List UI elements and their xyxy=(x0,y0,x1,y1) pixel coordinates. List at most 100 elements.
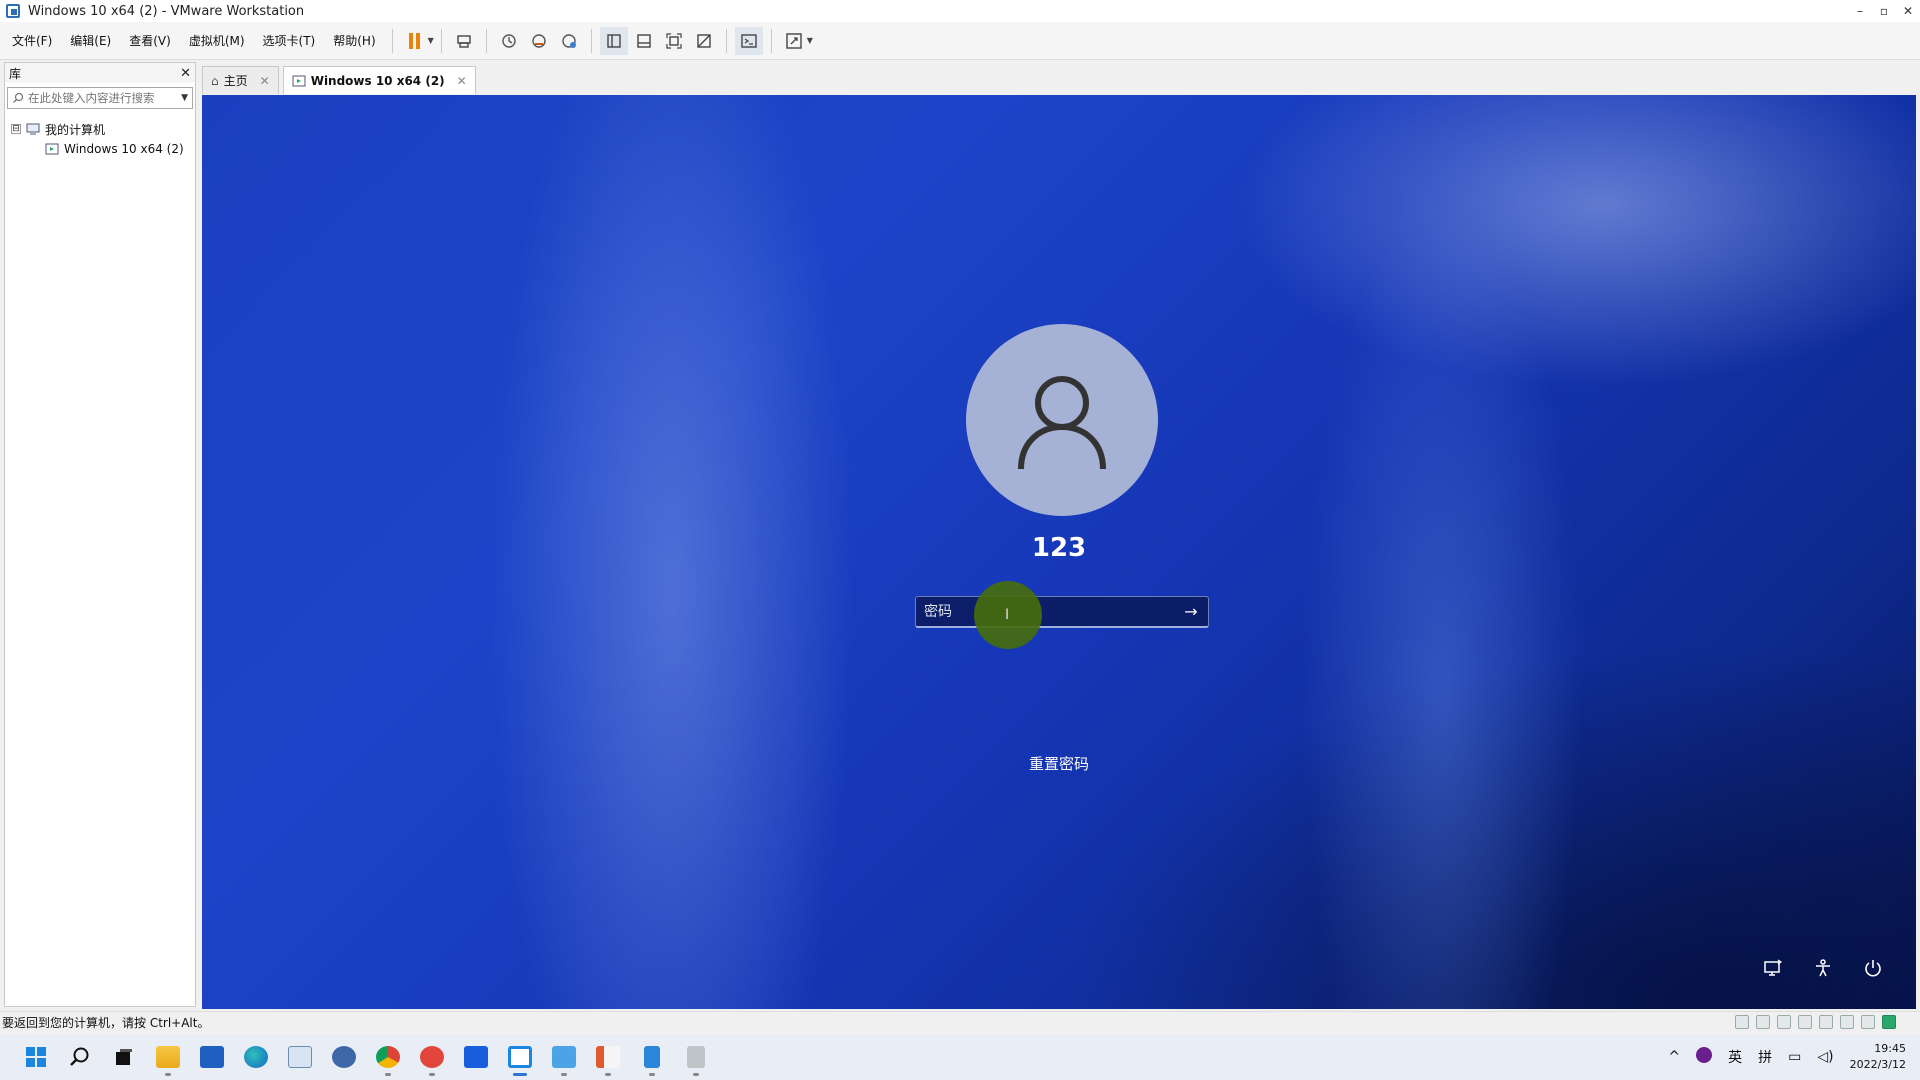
vm-icon xyxy=(45,143,59,155)
network-app-icon xyxy=(332,1046,356,1068)
stretch-dropdown-icon[interactable]: ▼ xyxy=(807,36,813,45)
printer-icon[interactable] xyxy=(1798,1015,1812,1029)
tab-strip: ⌂ 主页 ✕ Windows 10 x64 (2) ✕ xyxy=(202,66,480,94)
search-icon xyxy=(70,1047,89,1066)
search-button[interactable] xyxy=(58,1035,102,1079)
collapse-icon[interactable]: ⊟ xyxy=(11,124,21,134)
usb-icon[interactable] xyxy=(1840,1015,1854,1029)
windows-taskbar: ^ 英 拼 ▭ ◁) 19:45 2022/3/12 xyxy=(0,1034,1920,1080)
accessibility-button[interactable] xyxy=(1812,957,1834,979)
revert-snapshot-button[interactable] xyxy=(525,27,553,55)
restore-button[interactable]: ▫ xyxy=(1872,0,1896,22)
vm-console[interactable]: 123 → I 重置密码 xyxy=(202,95,1916,1009)
user-name: 123 xyxy=(1031,533,1087,563)
edge-button[interactable] xyxy=(234,1035,278,1079)
library-header: 库 ✕ xyxy=(5,63,195,83)
display-icon[interactable] xyxy=(1861,1015,1875,1029)
library-search[interactable]: ▼ xyxy=(7,87,193,109)
snapshot-button[interactable] xyxy=(495,27,523,55)
tree-item-vm[interactable]: Windows 10 x64 (2) xyxy=(11,139,189,159)
remote-desktop-button[interactable] xyxy=(542,1035,586,1079)
office-button[interactable] xyxy=(586,1035,630,1079)
unity-icon xyxy=(697,33,711,48)
snapshot-manager-button[interactable] xyxy=(555,27,583,55)
task-view-button[interactable] xyxy=(102,1035,146,1079)
vmware-icon xyxy=(508,1046,532,1068)
computer-icon xyxy=(26,123,40,135)
tab-close-icon[interactable]: ✕ xyxy=(260,74,270,88)
power-icon xyxy=(1865,960,1881,977)
toolbar-separator xyxy=(485,28,487,53)
menu-edit[interactable]: 编辑(E) xyxy=(61,22,120,60)
reset-password-link[interactable]: 重置密码 xyxy=(202,753,1916,774)
clock[interactable]: 19:45 2022/3/12 xyxy=(1842,1041,1920,1073)
library-search-input[interactable] xyxy=(28,91,182,105)
network-button[interactable] xyxy=(1762,957,1784,979)
toolbar-separator xyxy=(725,28,727,53)
power-button[interactable] xyxy=(1862,957,1884,979)
password-input[interactable] xyxy=(916,597,1174,626)
pause-button[interactable] xyxy=(401,27,429,55)
stretch-button[interactable] xyxy=(780,27,808,55)
archive-icon xyxy=(687,1046,705,1068)
stretch-icon xyxy=(786,32,802,49)
archive-button[interactable] xyxy=(674,1035,718,1079)
sound-icon[interactable] xyxy=(1819,1015,1833,1029)
message-icon[interactable] xyxy=(1882,1015,1896,1029)
tree-root-my-computer[interactable]: ⊟ 我的计算机 xyxy=(11,119,189,139)
thumbnail-view-button[interactable] xyxy=(630,27,658,55)
console-icon xyxy=(741,33,757,48)
bitwarden-button[interactable] xyxy=(454,1035,498,1079)
network-icon xyxy=(1764,959,1783,976)
chrome-button[interactable] xyxy=(366,1035,410,1079)
search-dropdown-icon[interactable]: ▼ xyxy=(181,93,188,103)
menu-file[interactable]: 文件(F) xyxy=(3,22,61,60)
file-explorer-button[interactable] xyxy=(146,1035,190,1079)
notepad-button[interactable] xyxy=(630,1035,674,1079)
vm-icon xyxy=(292,75,306,86)
minimize-button[interactable]: – xyxy=(1848,0,1872,22)
network-tray-icon[interactable]: ▭ xyxy=(1780,1049,1809,1065)
password-field[interactable]: → xyxy=(915,596,1209,628)
network-adapter-icon[interactable] xyxy=(1777,1015,1791,1029)
home-icon: ⌂ xyxy=(211,73,219,88)
accessibility-icon xyxy=(1816,959,1830,977)
user-icon xyxy=(1018,376,1106,470)
close-window-button[interactable]: ✕ xyxy=(1896,0,1920,22)
menu-tabs[interactable]: 选项卡(T) xyxy=(254,22,325,60)
unity-button[interactable] xyxy=(690,27,718,55)
submit-arrow-icon[interactable]: → xyxy=(1174,598,1208,626)
library-view-button[interactable] xyxy=(599,26,628,55)
fullscreen-button[interactable] xyxy=(660,27,688,55)
pause-dropdown-icon[interactable]: ▼ xyxy=(428,36,434,45)
input-method-indicator[interactable]: 拼 xyxy=(1750,1047,1780,1067)
send-ctrl-alt-del-button[interactable] xyxy=(450,27,478,55)
menu-view[interactable]: 查看(V) xyxy=(120,22,180,60)
tab-close-icon[interactable]: ✕ xyxy=(457,74,467,88)
photos-button[interactable] xyxy=(278,1035,322,1079)
vmware-button[interactable] xyxy=(498,1035,542,1079)
start-button[interactable] xyxy=(14,1035,58,1079)
store-button[interactable] xyxy=(190,1035,234,1079)
window-controls: – ▫ ✕ xyxy=(1848,0,1920,22)
hdd-icon[interactable] xyxy=(1735,1015,1749,1029)
menu-toolbar: 文件(F) 编辑(E) 查看(V) 虚拟机(M) 选项卡(T) 帮助(H) ▼ … xyxy=(0,22,1920,60)
volume-tray-icon[interactable]: ◁) xyxy=(1809,1049,1841,1065)
app-red-button[interactable] xyxy=(410,1035,454,1079)
app-tray-icon[interactable] xyxy=(1688,1047,1720,1067)
tab-vm[interactable]: Windows 10 x64 (2) ✕ xyxy=(282,66,476,94)
network-app-button[interactable] xyxy=(322,1035,366,1079)
menu-help[interactable]: 帮助(H) xyxy=(324,22,384,60)
window-title-bar: Windows 10 x64 (2) - VMware Workstation … xyxy=(0,0,1920,22)
menu-vm[interactable]: 虚拟机(M) xyxy=(180,22,254,60)
console-view-button[interactable] xyxy=(734,26,763,55)
tray-overflow-icon[interactable]: ^ xyxy=(1660,1049,1688,1065)
send-ctrl-alt-del-icon xyxy=(457,34,471,48)
cd-icon[interactable] xyxy=(1756,1015,1770,1029)
fullscreen-icon xyxy=(666,32,682,49)
input-language-indicator[interactable]: 英 xyxy=(1720,1047,1750,1067)
library-close-icon[interactable]: ✕ xyxy=(180,66,191,81)
tab-home[interactable]: ⌂ 主页 ✕ xyxy=(202,66,279,94)
toolbar-separator xyxy=(590,28,592,53)
login-screen-icons xyxy=(1762,957,1884,979)
